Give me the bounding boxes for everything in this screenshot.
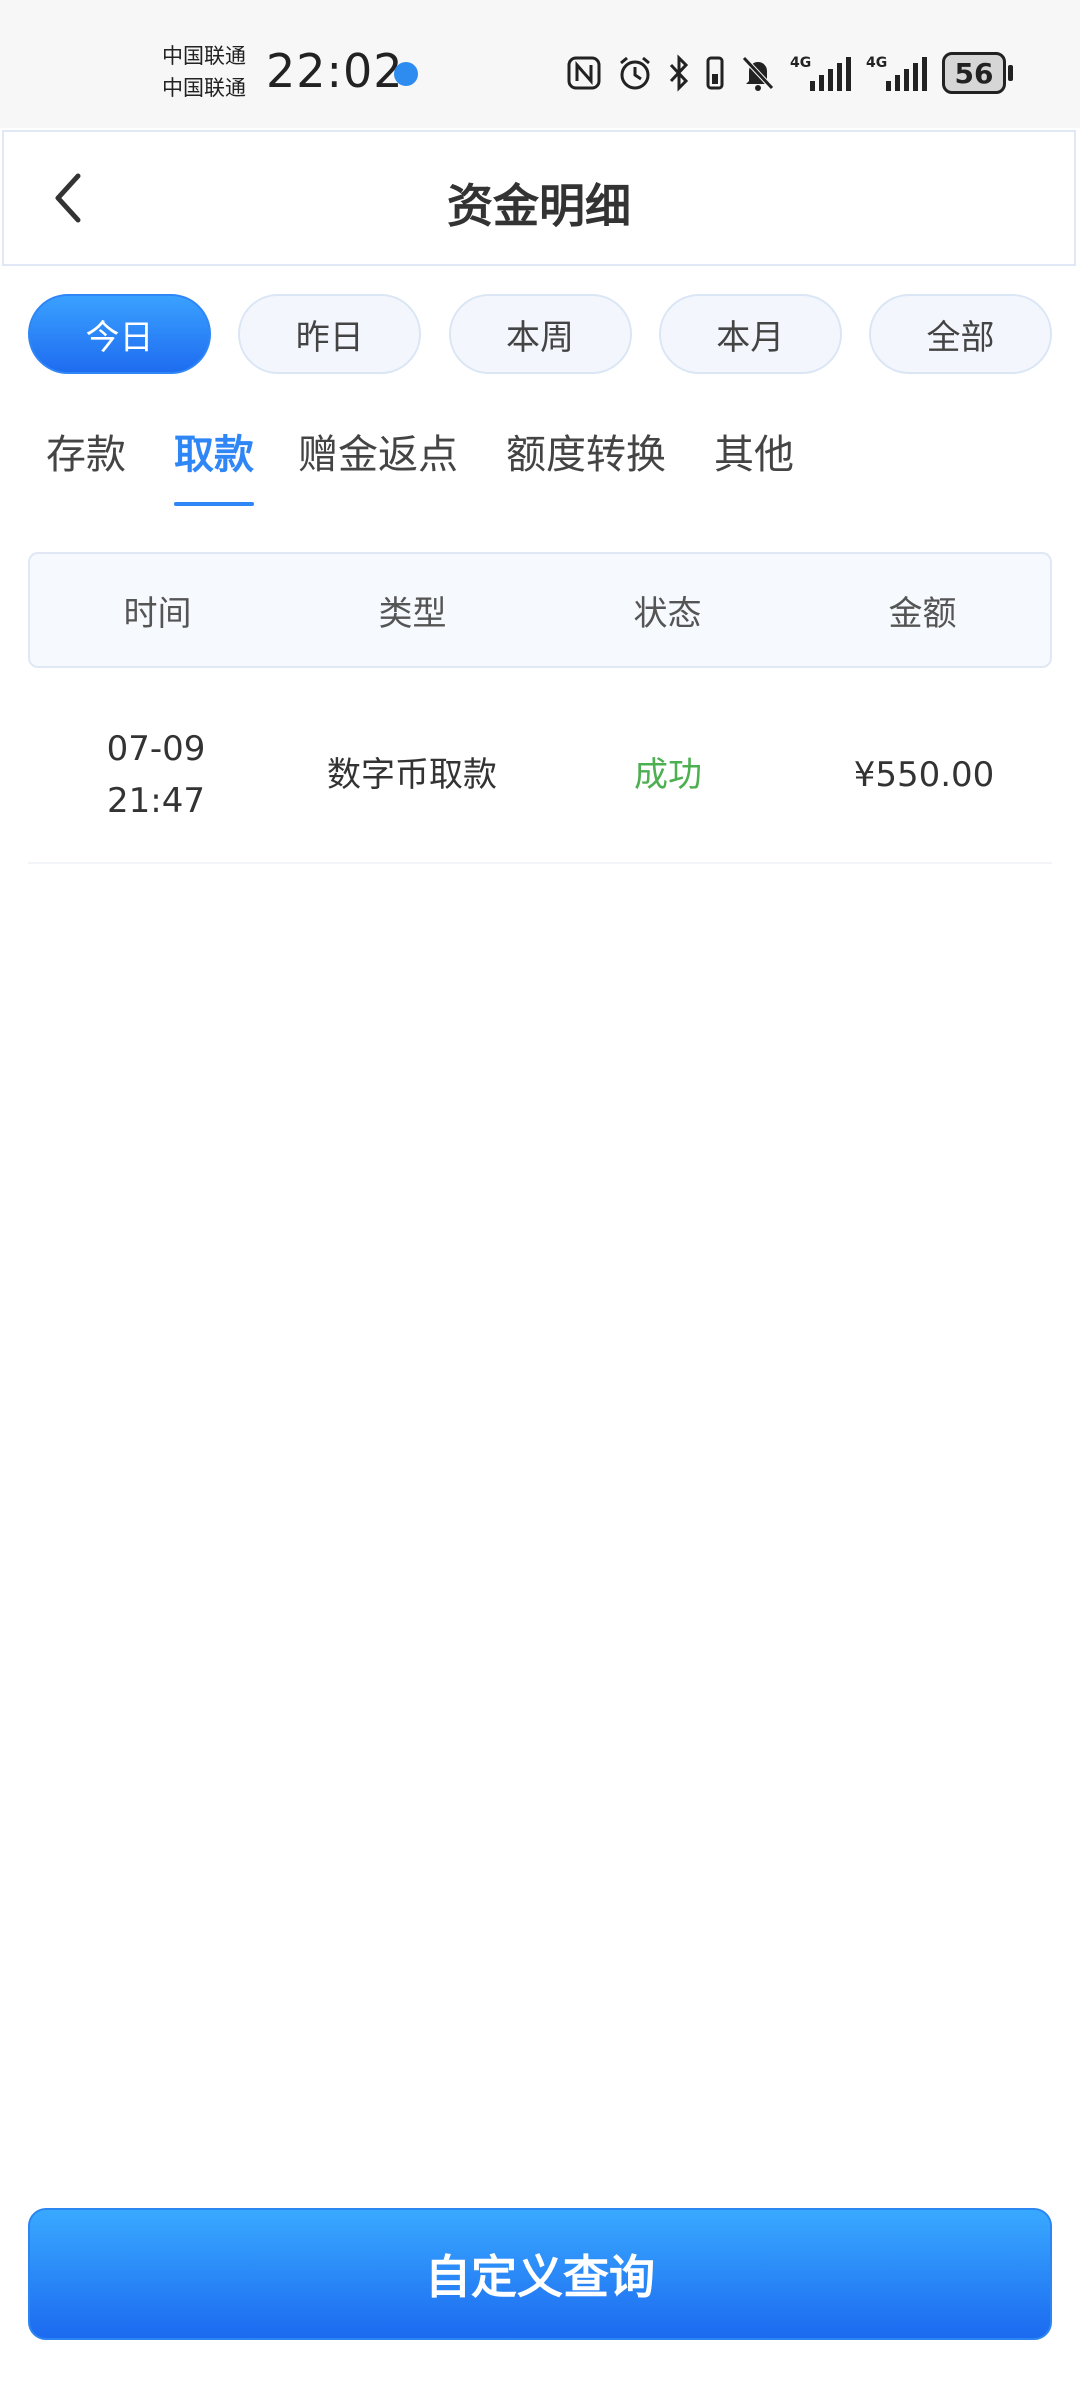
column-header-type: 类型 xyxy=(378,593,447,634)
period-today-button[interactable]: 今日 xyxy=(28,294,211,374)
period-month-button[interactable]: 本月 xyxy=(658,294,842,374)
carrier-2: 中国联通 xyxy=(162,76,246,100)
tab-other[interactable]: 其他 xyxy=(714,422,794,480)
row-status: 成功 xyxy=(634,755,702,795)
table-header: 时间 类型 状态 金额 xyxy=(28,552,1052,668)
tab-quota-transfer[interactable]: 额度转换 xyxy=(506,422,666,480)
carrier-1: 中国联通 xyxy=(162,44,246,68)
battery-indicator: 56 xyxy=(942,52,1013,94)
period-week-button[interactable]: 本周 xyxy=(448,294,632,374)
row-date: 07-09 xyxy=(106,729,206,769)
status-bar: 中国联通 中国联通 22:02 4G 4G 56 xyxy=(0,0,1080,128)
signal-icon: 4G xyxy=(866,53,928,93)
column-header-amount: 金额 xyxy=(888,593,957,634)
browser-indicator-icon xyxy=(394,62,418,86)
category-tabs: 存款 取款 赠金返点 额度转换 其他 xyxy=(28,400,1052,510)
table-row[interactable]: 07-09 21:47 数字币取款 成功 ¥550.00 xyxy=(28,688,1052,864)
signal-icon: 4G xyxy=(790,53,852,93)
row-type: 数字币取款 xyxy=(327,755,497,795)
row-datetime: 07-09 21:47 xyxy=(28,723,284,827)
alarm-icon xyxy=(616,53,654,93)
nfc-icon xyxy=(566,53,602,93)
column-header-time: 时间 xyxy=(123,593,192,634)
tab-withdraw[interactable]: 取款 xyxy=(174,422,254,480)
column-header-status: 状态 xyxy=(633,593,702,634)
svg-text:4G: 4G xyxy=(790,55,811,71)
page-title: 资金明细 xyxy=(447,179,631,233)
vibrate-icon xyxy=(704,53,726,93)
status-icons: 4G 4G 56 xyxy=(566,48,1013,98)
active-tab-indicator xyxy=(174,502,254,506)
row-time: 21:47 xyxy=(107,781,205,821)
mute-icon xyxy=(740,53,776,93)
svg-text:4G: 4G xyxy=(866,55,887,71)
bluetooth-icon xyxy=(668,53,690,93)
page-header: 资金明细 xyxy=(2,130,1076,266)
custom-query-button[interactable]: 自定义查询 xyxy=(28,2208,1052,2340)
carrier-info: 中国联通 中国联通 xyxy=(162,40,262,104)
tab-bonus-rebate[interactable]: 赠金返点 xyxy=(298,422,458,480)
period-yesterday-button[interactable]: 昨日 xyxy=(238,294,422,374)
row-amount: ¥550.00 xyxy=(853,755,995,795)
clock: 22:02 xyxy=(266,44,404,98)
period-all-button[interactable]: 全部 xyxy=(869,294,1052,374)
period-filter: 今日 昨日 本周 本月 全部 xyxy=(28,294,1052,374)
tab-deposit[interactable]: 存款 xyxy=(46,422,126,480)
